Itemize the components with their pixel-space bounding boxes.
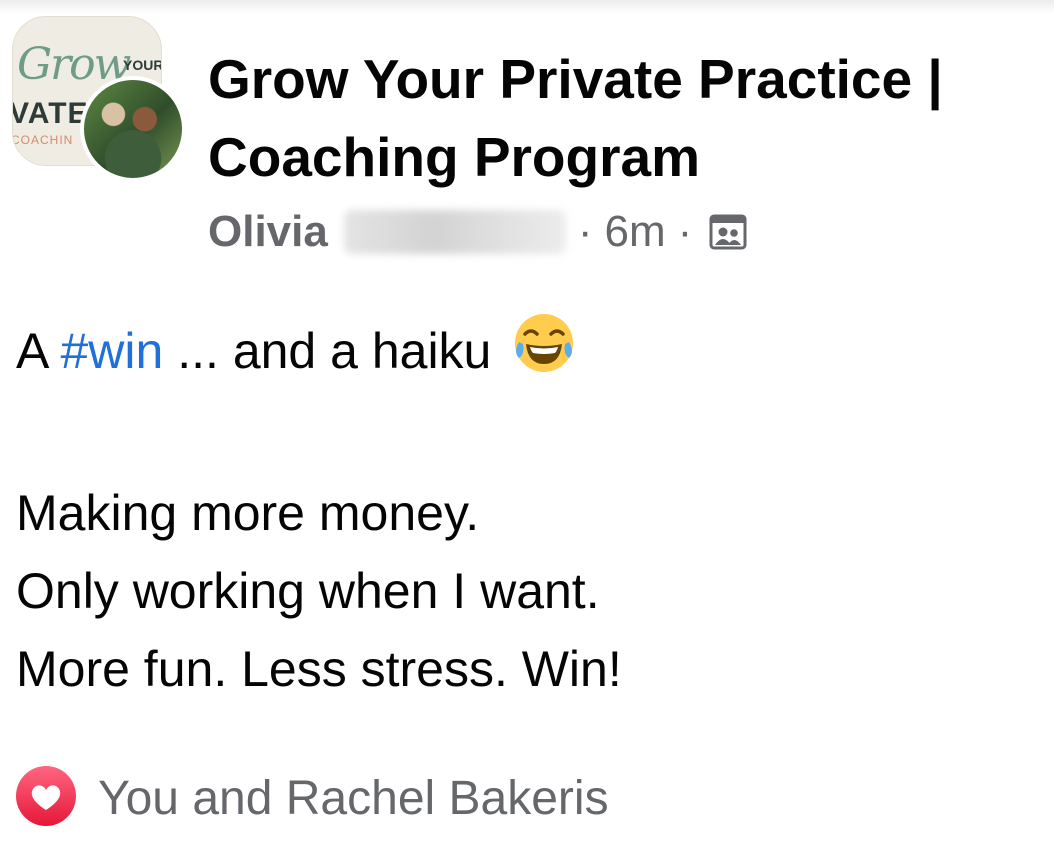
group-members-icon[interactable] — [708, 212, 748, 252]
post-timestamp-link[interactable]: 6m — [605, 207, 666, 257]
haiku-line: More fun. Less stress. Win! — [16, 641, 622, 697]
meta-separator: · — [577, 207, 593, 256]
haiku-line: Only working when I want. — [16, 563, 600, 619]
author-last-name-blurred — [343, 210, 566, 254]
haiku-block: Making more money. Only working when I w… — [16, 474, 1036, 708]
author-avatar[interactable] — [80, 76, 186, 182]
logo-coaching-text: COACHIN — [12, 133, 74, 147]
love-reaction-icon — [14, 764, 78, 833]
group-name-link[interactable]: Grow Your Private Practice | Coaching Pr… — [208, 40, 1028, 196]
post-avatar-stack[interactable]: Grow YOUR VATE COACHIN — [6, 16, 186, 184]
logo-vate-text: VATE — [12, 97, 89, 130]
top-edge-shadow — [0, 0, 1054, 14]
haiku-line: Making more money. — [16, 485, 480, 541]
post-text: A #win ... and a haiku — [16, 312, 1036, 396]
author-name-link[interactable]: Olivia — [208, 207, 328, 257]
reactions-summary[interactable]: You and Rachel Bakeris — [14, 764, 609, 833]
hashtag-link[interactable]: #win — [61, 323, 164, 379]
logo-your-text: YOUR — [123, 57, 162, 73]
joy-emoji-icon — [513, 312, 575, 396]
post-text-suffix: ... and a haiku — [177, 323, 492, 379]
meta-separator: · — [677, 207, 693, 256]
post-text-prefix: A — [16, 323, 47, 379]
post-meta: Olivia · 6m · — [208, 200, 748, 264]
reactions-text[interactable]: You and Rachel Bakeris — [98, 771, 609, 826]
